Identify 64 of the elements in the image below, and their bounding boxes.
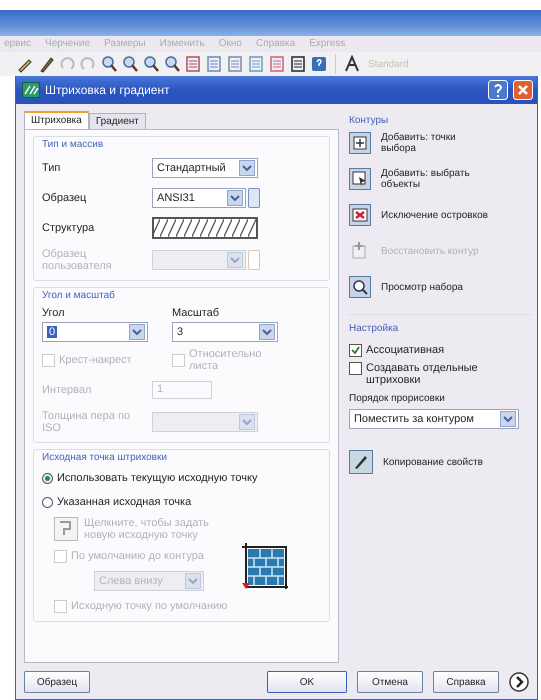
radio-button[interactable] (42, 496, 53, 508)
field-label: Интервал (42, 384, 92, 396)
dialog-button[interactable]: Справка (433, 671, 499, 693)
window-title: Штриховка и градиент (45, 83, 170, 97)
zoom-icon[interactable] (142, 55, 160, 74)
checkbox-label: Создавать отдельные штриховки (366, 362, 479, 386)
dialog-button[interactable]: Образец (24, 671, 90, 693)
action-label[interactable]: Добавить: выбрать объекты (381, 168, 491, 190)
brick-wall-icon (240, 541, 290, 591)
radio-button[interactable] (42, 472, 53, 484)
field-label: Порядок прорисовки (349, 393, 446, 404)
group-title: Исходная точка штриховки (42, 452, 167, 463)
check-icon (351, 346, 360, 354)
close-icon[interactable] (513, 80, 533, 100)
checkbox-label: Крест-накрест (59, 354, 132, 366)
checkbox-label: Относительно листа (189, 348, 262, 372)
field-label: Структура (42, 222, 96, 234)
text-style-icon[interactable] (343, 55, 361, 74)
pick-points-icon[interactable] (349, 132, 371, 154)
group-title: Контуры (349, 115, 388, 126)
action-label[interactable]: Исключение островков (381, 210, 491, 220)
group-title: Настройка (349, 323, 398, 334)
help-icon[interactable] (310, 55, 328, 74)
action-label[interactable]: Добавить: точки выбора (381, 132, 491, 154)
dialog-button[interactable]: Отмена (357, 671, 423, 693)
field-label: Угол (42, 307, 66, 319)
scale-dropdown[interactable]: 3 (172, 322, 278, 342)
zoom-icon[interactable] (100, 55, 118, 74)
group-title: Угол и масштаб (42, 290, 115, 301)
zoom-icon[interactable] (121, 55, 139, 74)
hatch-swatch[interactable] (152, 217, 258, 239)
draw-order-dropdown[interactable]: Поместить за контуром (349, 409, 519, 429)
group-title: Тип и массив (42, 139, 104, 150)
pattern-dropdown[interactable]: ANSI31 (152, 188, 246, 208)
checkbox-label: Исходную точку по умолчанию (71, 600, 228, 612)
hatch-icon (22, 82, 40, 98)
radio-label: Указанная исходная точка (57, 496, 192, 508)
type-dropdown[interactable]: Стандартный (152, 158, 258, 178)
checkbox-label: Ассоциативная (366, 344, 444, 356)
checkbox-label: По умолчанию до контура (71, 550, 204, 562)
radio-label: Использовать текущую исходную точку (57, 472, 258, 484)
tab[interactable]: Градиент (88, 113, 146, 129)
brush-icon[interactable] (349, 450, 373, 474)
field-label: Тип (42, 162, 62, 174)
checkbox[interactable] (349, 344, 362, 356)
action-label[interactable]: Просмотр набора (381, 282, 491, 292)
field-label: Образец пользователя (42, 248, 113, 272)
angle-dropdown[interactable]: 0 (42, 322, 148, 342)
field-label: Образец (42, 192, 88, 204)
select-objects-icon[interactable] (349, 168, 371, 190)
pick-point-icon[interactable] (54, 517, 78, 541)
pick-label: Щелкните, чтобы задать новую исходную точку (84, 517, 210, 541)
field-label: Масштаб (172, 307, 220, 319)
document-icon[interactable] (289, 55, 307, 74)
help-icon[interactable] (488, 80, 508, 100)
remove-islands-icon[interactable] (349, 204, 371, 226)
checkbox[interactable] (349, 362, 362, 375)
zoom-icon[interactable] (163, 55, 181, 74)
dialog-button[interactable]: OK (267, 671, 347, 693)
tab[interactable]: Штриховка (24, 111, 89, 129)
magnifier-icon[interactable] (349, 276, 371, 298)
field-label: Толщина пера по ISO (42, 410, 132, 434)
action-label[interactable]: Копирование свойств (383, 456, 493, 468)
browse-button[interactable] (248, 188, 260, 208)
